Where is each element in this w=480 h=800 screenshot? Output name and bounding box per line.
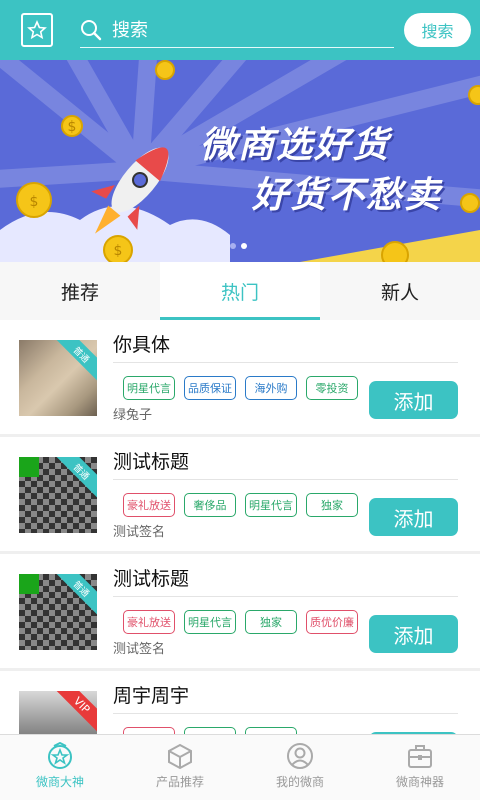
- user-icon: [287, 743, 313, 769]
- item-thumbnail: 普通: [19, 574, 97, 650]
- nav-item-weishang-tools[interactable]: 微商神器: [360, 735, 480, 800]
- pagination-dot-active[interactable]: [241, 243, 247, 249]
- item-tags: 明星代言 品质保证 海外购 零投资: [123, 376, 358, 400]
- vip-badge-ribbon: VIP: [51, 691, 97, 734]
- item-subtitle: 测试签名: [113, 642, 166, 657]
- tag: 海外购: [245, 376, 297, 400]
- item-title: 周宇周宇: [113, 685, 190, 707]
- add-button[interactable]: 添加: [369, 615, 458, 653]
- item-thumbnail: 普通: [19, 457, 97, 533]
- add-button[interactable]: 添加: [369, 381, 458, 419]
- banner-headline-2: 好货不愁卖: [252, 175, 443, 216]
- search-button[interactable]: 搜索: [404, 13, 471, 47]
- nav-label: 微商大神: [35, 775, 84, 789]
- item-divider: [113, 596, 458, 597]
- tag: 明星代言: [245, 493, 297, 517]
- app-root: 搜索 搜索 $ $ $ 微商选好货 好货不愁卖 推荐 热门 新人 普通 你具体 …: [0, 0, 480, 800]
- star-bookmark-icon: [27, 20, 47, 40]
- item-tags: 豪礼放送 明星代言 独家 质优价廉: [123, 610, 358, 634]
- item-divider: [113, 362, 458, 363]
- item-thumbnail: 普通: [19, 340, 97, 416]
- item-tags: 豪礼放送 奢侈品 明星代言 独家: [123, 493, 358, 517]
- badge-icon: [48, 742, 72, 769]
- banner-pagination: [230, 243, 247, 249]
- nav-label: 我的微商: [275, 775, 324, 789]
- item-tags: [123, 727, 297, 734]
- search-input[interactable]: [112, 16, 382, 44]
- nav-label: 微商神器: [395, 775, 444, 789]
- search-icon: [81, 20, 102, 41]
- list-item[interactable]: 普通 测试标题 豪礼放送 奢侈品 明星代言 独家 测试签名 添加: [0, 437, 480, 551]
- nav-item-product-recommend[interactable]: 产品推荐: [120, 735, 240, 800]
- badge-ribbon: 普通: [51, 457, 97, 502]
- tab-newcomer[interactable]: 新人: [320, 262, 480, 320]
- tab-recommend[interactable]: 推荐: [0, 262, 160, 320]
- item-divider: [113, 713, 458, 714]
- tag: [245, 727, 297, 734]
- tag: 明星代言: [184, 610, 236, 634]
- nav-item-my-weishang[interactable]: 我的微商: [240, 735, 360, 800]
- item-subtitle: 绿兔子: [113, 408, 153, 423]
- pagination-dot[interactable]: [230, 243, 236, 249]
- badge-ribbon: 普通: [51, 340, 97, 385]
- item-title: 你具体: [113, 334, 171, 356]
- item-subtitle: 测试签名: [113, 525, 166, 540]
- item-title: 测试标题: [113, 451, 190, 473]
- list-item[interactable]: 普通 测试标题 豪礼放送 明星代言 独家 质优价廉 测试签名 添加: [0, 554, 480, 668]
- tag: [123, 727, 175, 734]
- item-divider: [113, 479, 458, 480]
- top-bar: 搜索: [0, 0, 480, 60]
- tag: 独家: [306, 493, 358, 517]
- list-item[interactable]: VIP 周宇周宇 添加: [0, 671, 480, 734]
- list-item[interactable]: 普通 你具体 明星代言 品质保证 海外购 零投资 绿兔子 添加: [0, 320, 480, 434]
- add-button[interactable]: 添加: [369, 498, 458, 536]
- tag: 奢侈品: [184, 493, 236, 517]
- nav-item-weishang-master[interactable]: 微商大神: [0, 735, 120, 800]
- svg-text:$: $: [30, 194, 39, 210]
- bottom-navigation: 微商大神 产品推荐 我的微商 微商神器: [0, 734, 480, 800]
- thumbnail-square: [19, 574, 39, 594]
- badge-ribbon: 普通: [51, 574, 97, 619]
- favorites-button[interactable]: [21, 13, 53, 47]
- banner-headline-1: 微商选好货: [200, 125, 391, 166]
- cube-icon: [168, 743, 192, 770]
- tag: 品质保证: [184, 376, 236, 400]
- svg-text:$: $: [68, 119, 77, 135]
- tag: [184, 727, 236, 734]
- tag: 豪礼放送: [123, 493, 175, 517]
- toolbox-icon: [408, 745, 432, 768]
- svg-text:$: $: [114, 243, 123, 259]
- item-thumbnail: VIP: [19, 691, 97, 734]
- promo-banner[interactable]: $ $ $ 微商选好货 好货不愁卖: [0, 60, 480, 262]
- category-tabs: 推荐 热门 新人: [0, 262, 480, 320]
- search-bar: [80, 14, 394, 48]
- tag: 质优价廉: [306, 610, 358, 634]
- tag: 明星代言: [123, 376, 175, 400]
- tag: 豪礼放送: [123, 610, 175, 634]
- nav-label: 产品推荐: [155, 775, 204, 789]
- tab-hot[interactable]: 热门: [160, 262, 320, 320]
- merchant-list[interactable]: 普通 你具体 明星代言 品质保证 海外购 零投资 绿兔子 添加 普通 测试标题 …: [0, 320, 480, 734]
- thumbnail-square: [19, 457, 39, 477]
- item-title: 测试标题: [113, 568, 190, 590]
- tag: 零投资: [306, 376, 358, 400]
- tag: 独家: [245, 610, 297, 634]
